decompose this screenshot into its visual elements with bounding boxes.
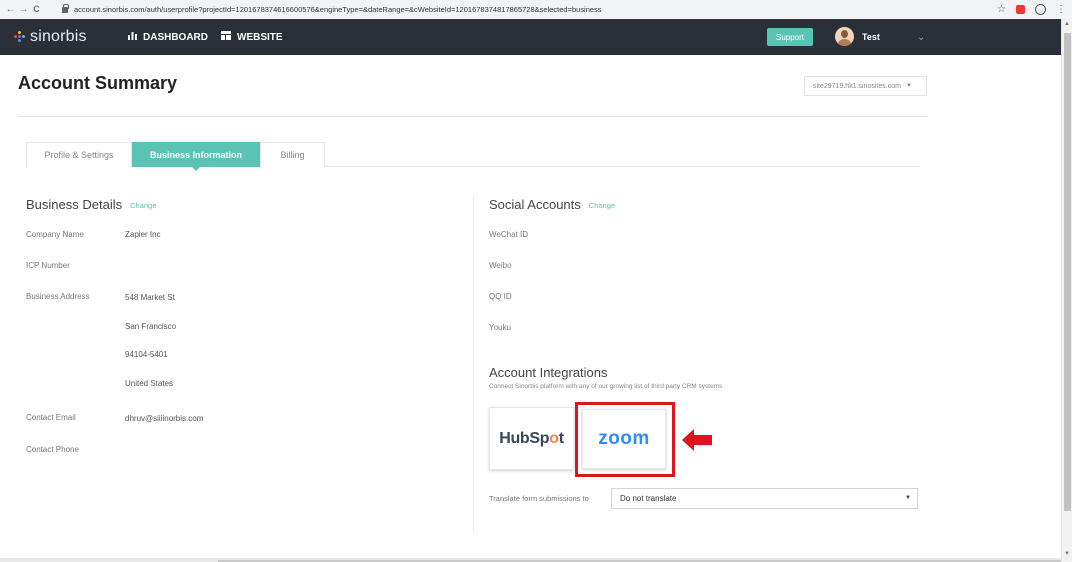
address-bar[interactable]: account.sinorbis.com/auth/userprofile?pr… [60,2,1006,17]
logo-mark-icon [14,31,26,43]
social-accounts-header: Social Accounts Change [489,197,615,212]
bookmark-star-icon[interactable]: ☆ [997,4,1006,15]
wechat-id-label: WeChat ID [489,230,528,239]
company-name-label: Company Name [26,230,84,239]
reload-icon[interactable]: C [30,0,43,19]
lock-icon [62,3,69,13]
translate-label: Translate form submissions to [489,494,589,503]
hubspot-logo: HubSpot [499,430,564,448]
contact-phone-label: Contact Phone [26,445,79,454]
address-line-2: San Francisco [125,322,177,331]
integrations-subtitle: Connect Sinorbis platform with any of ou… [489,383,723,390]
qq-id-label: QQ ID [489,292,512,301]
browser-toolbar: ← → C account.sinorbis.com/auth/userprof… [0,0,1072,19]
scroll-thumb[interactable] [1064,33,1071,511]
url-text: account.sinorbis.com/auth/userprofile?pr… [74,5,602,14]
user-avatar[interactable] [835,27,854,46]
tab-bar: Profile & Settings Business Information … [26,142,919,171]
contact-email-label: Contact Email [26,413,76,422]
header-divider [18,116,928,117]
bar-chart-icon [128,31,137,43]
back-arrow-icon[interactable]: ← [4,0,17,19]
contact-email-value: dhruv@siiiinorbis.com [125,414,204,423]
page-title: Account Summary [18,73,178,93]
hubspot-logo-text-a: HubSp [499,429,550,447]
company-name-value: Zapier Inc [125,230,161,239]
tab-profile-settings[interactable]: Profile & Settings [26,142,132,167]
address-line-4: United States [125,379,174,388]
social-accounts-title: Social Accounts [489,197,581,212]
weibo-label: Weibo [489,261,512,270]
account-integrations-title: Account Integrations [489,365,608,380]
red-arrow-icon [682,429,712,451]
scroll-down-icon[interactable]: ▼ [1064,551,1070,557]
icp-number-label: ICP Number [26,261,70,270]
profile-icon[interactable] [1035,4,1046,15]
forward-arrow-icon[interactable]: → [17,0,30,19]
logo-text: sinorbis [30,28,87,45]
youku-label: Youku [489,323,511,332]
layout-icon [221,31,231,43]
top-navigation: sinorbis DASHBOARD WEBSITE Support Test … [0,19,1061,55]
translate-select[interactable]: Do not translate ▼ [611,488,918,509]
support-button[interactable]: Support [767,28,813,46]
caret-down-icon: ▼ [905,495,911,501]
tab-billing[interactable]: Billing [260,142,325,167]
business-change-link[interactable]: Change [130,201,156,210]
caret-down-icon: ▼ [905,83,912,89]
hubspot-integration-card[interactable]: HubSpot [489,407,574,470]
business-details-title: Business Details [26,197,123,212]
nav-dashboard[interactable]: DASHBOARD [128,19,208,55]
hubspot-logo-text-b: t [558,429,564,447]
extension-icon[interactable] [1016,5,1025,14]
nav-dashboard-label: DASHBOARD [143,31,208,43]
column-divider [473,196,474,532]
social-change-link[interactable]: Change [589,201,615,210]
scroll-up-icon[interactable]: ▲ [1064,21,1070,27]
business-details-header: Business Details Change [26,197,156,212]
address-line-1: 548 Market St [125,293,175,302]
tab-business-information[interactable]: Business Information [132,142,260,171]
user-name[interactable]: Test [862,19,880,55]
zoom-highlight-box [575,402,675,477]
chevron-down-icon[interactable]: ⌄ [917,19,925,55]
nav-website[interactable]: WEBSITE [221,19,283,55]
site-selector[interactable]: site29719.hk1.sinosites.com ▼ [804,76,927,96]
site-selector-value: site29719.hk1.sinosites.com [813,82,901,90]
sinorbis-logo[interactable]: sinorbis [14,19,87,55]
nav-website-label: WEBSITE [237,31,283,43]
page-scrollbar[interactable]: ▲ ▼ [1061,19,1072,562]
address-line-3: 94104-5401 [125,350,168,359]
browser-menu-icon[interactable]: ⋮ [1056,4,1066,15]
business-address-label: Business Address [26,292,90,301]
hubspot-logo-sprocket: o [549,429,559,447]
translate-select-value: Do not translate [620,494,677,503]
